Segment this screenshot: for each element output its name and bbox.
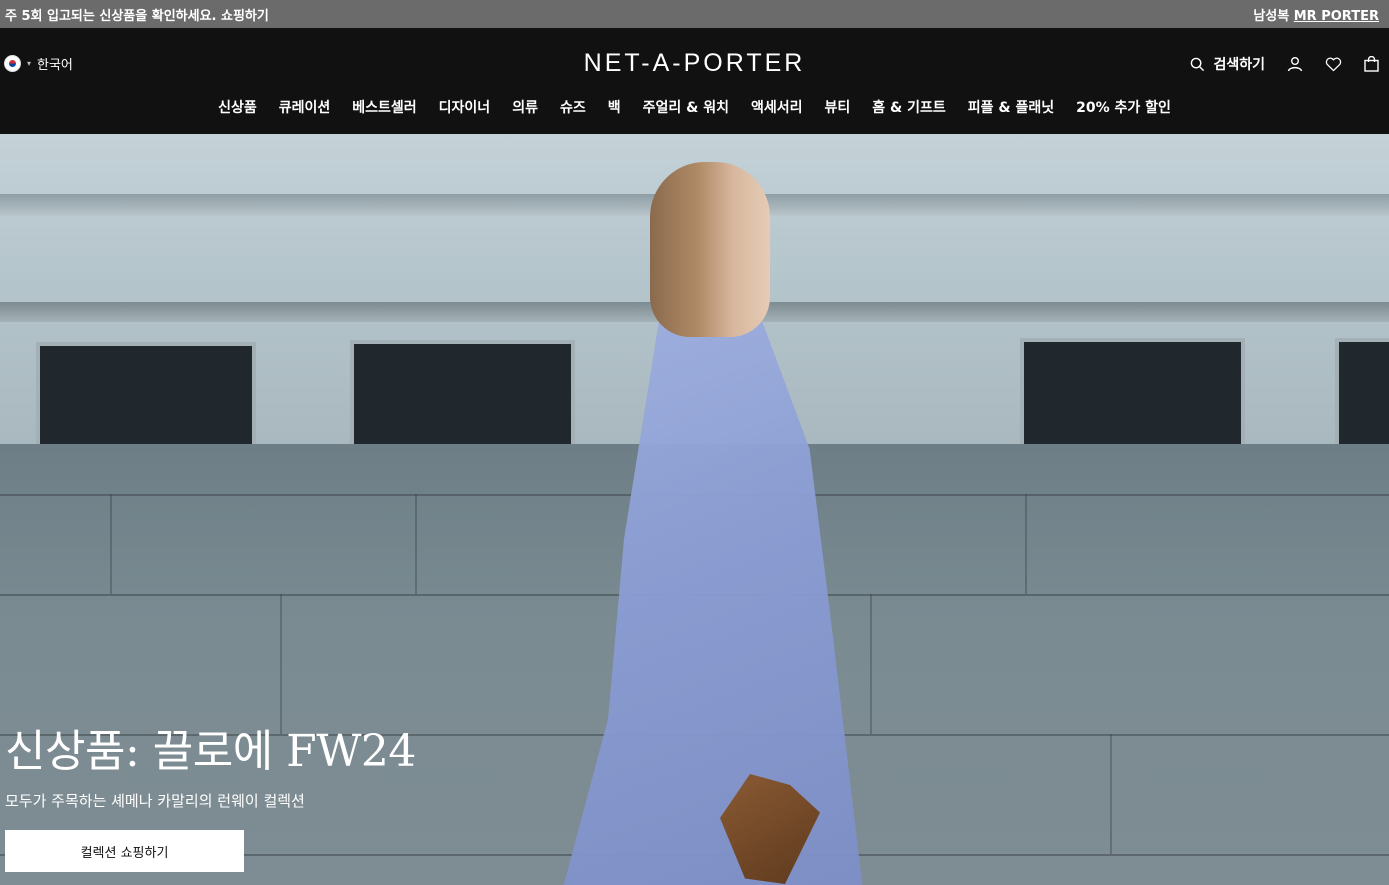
nav-item-people-planet[interactable]: 피플 & 플래닛	[968, 97, 1054, 117]
wall-joint	[110, 494, 112, 594]
nav-item-shoes[interactable]: 슈즈	[560, 97, 586, 117]
nav-item-curation[interactable]: 큐레이션	[279, 97, 331, 117]
search-label: 검색하기	[1213, 57, 1265, 73]
nav-item-designers[interactable]: 디자이너	[439, 97, 491, 117]
nav-item-new-in[interactable]: 신상품	[218, 97, 257, 117]
search-button[interactable]: 검색하기	[1190, 54, 1265, 74]
wall-joint	[1110, 734, 1112, 854]
promo-text[interactable]: 주 5회 입고되는 신상품을 확인하세요. 쇼핑하기	[5, 5, 269, 24]
hero-content: 신상품: 끌로에 FW24 모두가 주목하는 셰메나 카말리의 런웨이 컬렉션 …	[5, 730, 416, 872]
nav-item-home-gifts[interactable]: 홈 & 기프트	[872, 97, 945, 117]
header-utilities: 검색하기	[1190, 54, 1379, 74]
building-window	[350, 340, 575, 448]
hero-subtitle: 모두가 주목하는 셰메나 카말리의 런웨이 컬렉션	[5, 792, 305, 810]
wall-joint	[280, 594, 282, 734]
hero-banner[interactable]: 신상품: 끌로에 FW24 모두가 주목하는 셰메나 카말리의 런웨이 컬렉션 …	[0, 134, 1389, 885]
nav-item-accessories[interactable]: 액세서리	[751, 97, 803, 117]
brand-switch-prefix: 남성복	[1253, 8, 1290, 24]
building-window	[1335, 338, 1389, 448]
building-window	[1020, 338, 1245, 448]
shop-collection-button[interactable]: 컬렉션 쇼핑하기	[5, 830, 244, 872]
nav-item-clothing[interactable]: 의류	[512, 97, 538, 117]
brand-switch: 남성복 MR PORTER	[1253, 5, 1379, 24]
wall-joint	[1025, 494, 1027, 594]
site-header: ▾ 한국어 NET-A-PORTER 검색하기 신상품 큐레이션 베스트셀러 디…	[0, 28, 1389, 134]
nav-item-jewelry-watches[interactable]: 주얼리 & 워치	[643, 97, 729, 117]
promo-bar: 주 5회 입고되는 신상품을 확인하세요. 쇼핑하기 남성복 MR PORTER	[0, 0, 1389, 28]
hero-title: 신상품: 끌로에 FW24	[5, 726, 416, 777]
nav-item-bags[interactable]: 백	[608, 97, 621, 117]
site-logo[interactable]: NET-A-PORTER	[0, 49, 1389, 78]
model-head	[650, 162, 770, 337]
main-navigation: 신상품 큐레이션 베스트셀러 디자이너 의류 슈즈 백 주얼리 & 워치 액세서…	[0, 97, 1389, 117]
nav-item-extra-sale[interactable]: 20% 추가 할인	[1076, 97, 1171, 117]
nav-item-bestsellers[interactable]: 베스트셀러	[352, 97, 416, 117]
shopping-bag-icon[interactable]	[1364, 56, 1379, 72]
search-icon	[1190, 57, 1205, 72]
building-window	[36, 342, 256, 448]
wall-joint	[870, 594, 872, 734]
wall-joint	[415, 494, 417, 594]
nav-item-beauty[interactable]: 뷰티	[825, 97, 851, 117]
account-icon[interactable]	[1287, 56, 1303, 72]
wishlist-heart-icon[interactable]	[1325, 57, 1342, 72]
mr-porter-link[interactable]: MR PORTER	[1294, 9, 1379, 24]
